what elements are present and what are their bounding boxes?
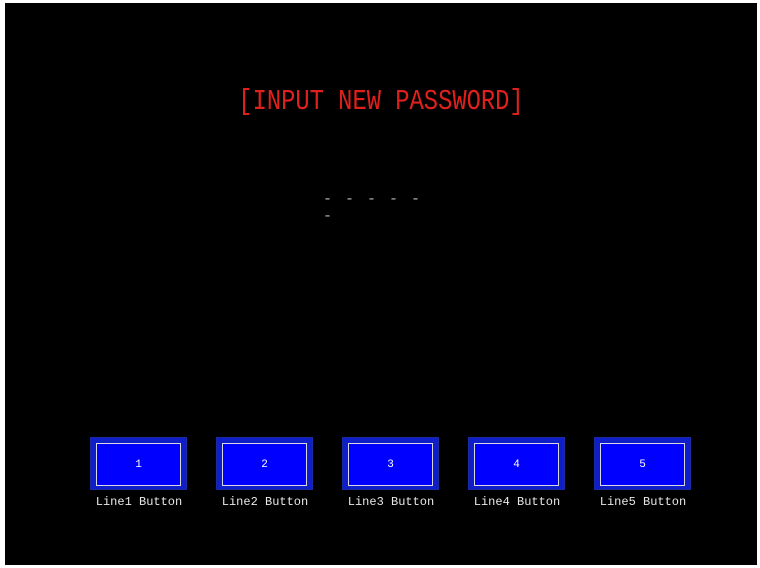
password-mask-field: - - - - - - — [323, 191, 423, 225]
screen-title: [INPUT NEW PASSWORD] — [238, 85, 524, 118]
line2-button-caption: Line2 Button — [221, 495, 309, 509]
line1-button-group: 1 Line1 Button — [87, 437, 197, 509]
line4-button[interactable]: 4 — [468, 437, 565, 490]
line3-button-group: 3 Line3 Button — [339, 437, 449, 509]
line5-button-caption: Line5 Button — [599, 495, 687, 509]
line3-button-label: 3 — [348, 443, 433, 486]
line5-button[interactable]: 5 — [594, 437, 691, 490]
line5-button-group: 5 Line5 Button — [591, 437, 701, 509]
line3-button[interactable]: 3 — [342, 437, 439, 490]
line1-button-caption: Line1 Button — [95, 495, 183, 509]
line2-button-group: 2 Line2 Button — [213, 437, 323, 509]
line3-button-caption: Line3 Button — [347, 495, 435, 509]
line4-button-group: 4 Line4 Button — [465, 437, 575, 509]
line1-button-label: 1 — [96, 443, 181, 486]
terminal-screen: [INPUT NEW PASSWORD] - - - - - - 1 Line1… — [5, 3, 757, 565]
line1-button[interactable]: 1 — [90, 437, 187, 490]
line5-button-label: 5 — [600, 443, 685, 486]
line2-button[interactable]: 2 — [216, 437, 313, 490]
line4-button-caption: Line4 Button — [473, 495, 561, 509]
line2-button-label: 2 — [222, 443, 307, 486]
line4-button-label: 4 — [474, 443, 559, 486]
